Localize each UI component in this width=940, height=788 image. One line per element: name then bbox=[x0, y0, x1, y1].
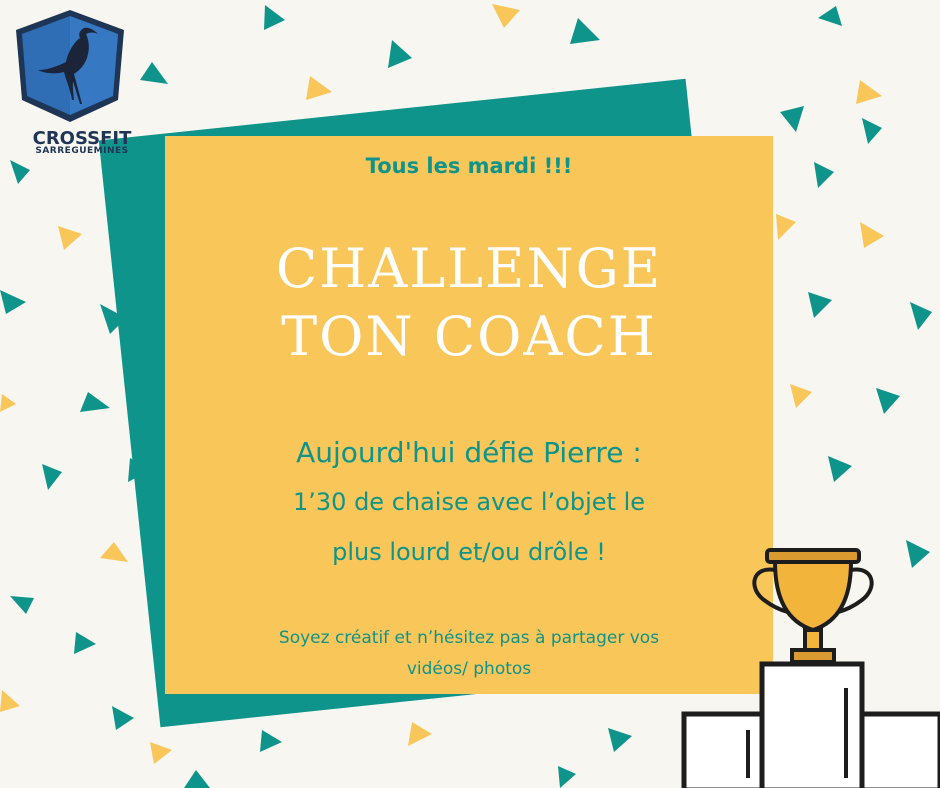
challenge-line: Aujourd'hui défie Pierre : bbox=[296, 436, 642, 469]
title-line-2: TON COACH bbox=[281, 305, 657, 368]
confetti-triangle bbox=[10, 160, 30, 184]
confetti-triangle bbox=[10, 596, 34, 614]
poster-canvas: Tous les mardi !!! CHALLENGE TON COACH A… bbox=[0, 0, 940, 788]
confetti-triangle bbox=[608, 728, 632, 752]
confetti-triangle bbox=[100, 542, 128, 562]
crossfit-logo: CROSSFIT SARREGUEMINES bbox=[10, 8, 131, 158]
confetti-triangle bbox=[184, 770, 210, 788]
confetti-triangle bbox=[74, 632, 96, 654]
confetti-triangle bbox=[808, 292, 832, 318]
confetti-triangle bbox=[780, 106, 804, 132]
trophy-on-podium-icon bbox=[681, 548, 940, 788]
confetti-triangle bbox=[42, 464, 62, 490]
confetti-triangle bbox=[58, 226, 82, 250]
confetti-triangle bbox=[0, 394, 16, 412]
confetti-triangle bbox=[0, 290, 26, 314]
confetti-triangle bbox=[860, 222, 884, 248]
heron-shield-logo-icon bbox=[16, 10, 124, 122]
confetti-triangle bbox=[260, 730, 282, 752]
confetti-triangle bbox=[856, 80, 882, 104]
confetti-triangle bbox=[570, 18, 600, 44]
confetti-triangle bbox=[112, 706, 134, 730]
confetti-triangle bbox=[790, 384, 812, 408]
confetti-triangle bbox=[910, 302, 932, 330]
confetti-triangle bbox=[876, 388, 900, 414]
confetti-triangle bbox=[408, 722, 432, 746]
confetti-triangle bbox=[776, 214, 796, 240]
confetti-triangle bbox=[492, 4, 520, 28]
confetti-triangle bbox=[306, 76, 332, 100]
confetti-triangle bbox=[828, 456, 852, 482]
confetti-triangle bbox=[862, 118, 882, 144]
confetti-triangle bbox=[150, 742, 172, 764]
description-line-1: 1’30 de chaise avec l’objet le bbox=[293, 488, 645, 516]
confetti-triangle bbox=[818, 6, 842, 26]
confetti-triangle bbox=[558, 766, 576, 788]
confetti-triangle bbox=[814, 162, 834, 188]
confetti-triangle bbox=[80, 392, 110, 412]
confetti-triangle bbox=[264, 5, 285, 30]
tagline: Tous les mardi !!! bbox=[365, 154, 573, 178]
confetti-triangle bbox=[0, 690, 20, 712]
title-line-1: CHALLENGE bbox=[275, 237, 663, 300]
confetti-triangle bbox=[388, 40, 412, 68]
logo-location: SARREGUEMINES bbox=[35, 146, 129, 156]
confetti-triangle bbox=[140, 62, 168, 84]
